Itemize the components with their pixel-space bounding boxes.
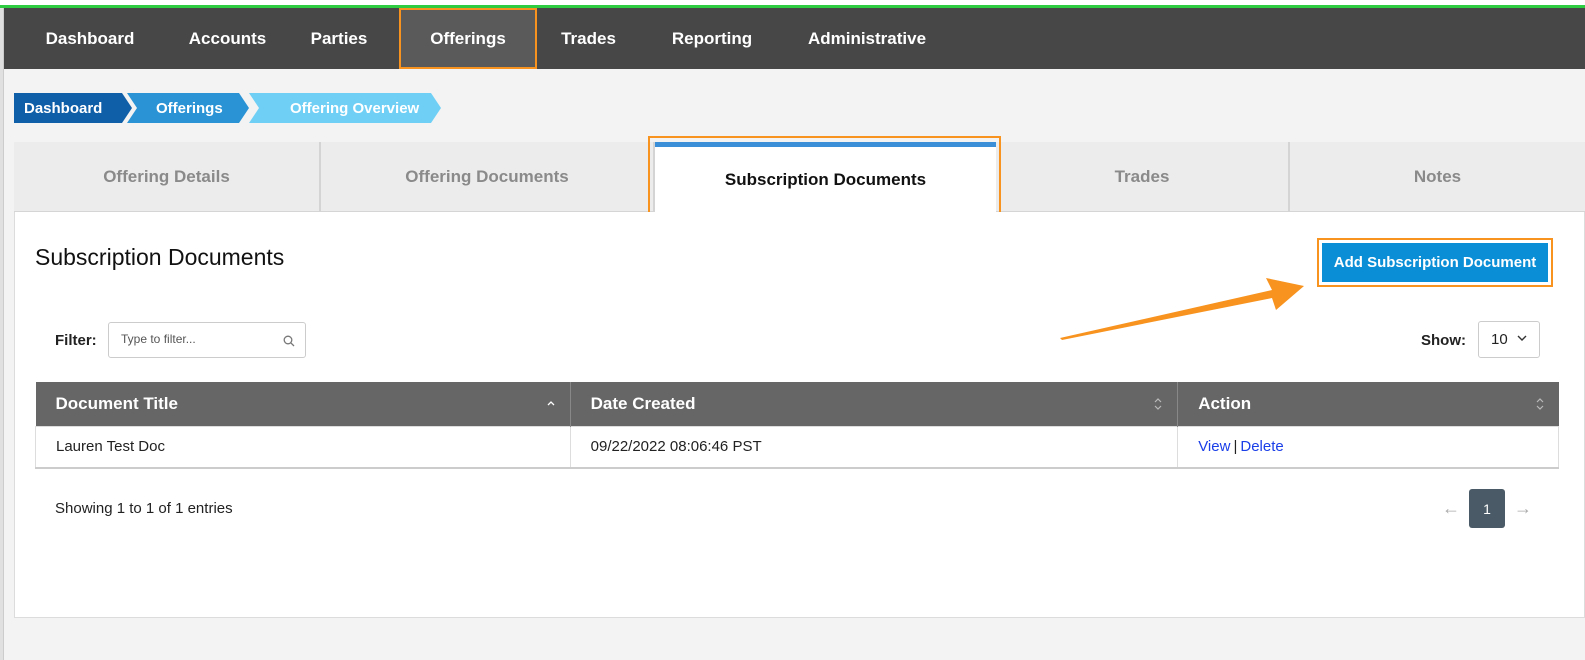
pagination: ← 1 → [1435, 489, 1539, 528]
cell-document-title: Lauren Test Doc [35, 425, 571, 469]
column-header-action[interactable]: Action [1177, 382, 1559, 426]
sort-icon [1154, 398, 1162, 410]
add-button-highlight: Add Subscription Document [1317, 238, 1553, 287]
page-1-button[interactable]: 1 [1469, 489, 1505, 528]
filter-label: Filter: [55, 332, 97, 349]
cell-action: View | Delete [1177, 425, 1559, 469]
filter-field [108, 322, 306, 358]
show-label: Show: [1421, 332, 1466, 349]
subscription-documents-panel: Subscription Documents Add Subscription … [14, 212, 1585, 618]
breadcrumb-label: Offering Overview [290, 99, 420, 117]
nav-dashboard[interactable]: Dashboard [4, 8, 176, 69]
nav-reporting[interactable]: Reporting [640, 8, 784, 69]
view-link[interactable]: View [1198, 438, 1230, 455]
prev-page-arrow-icon[interactable]: ← [1435, 498, 1467, 519]
action-separator: | [1233, 438, 1238, 456]
offering-tabs: Offering Details Offering Documents Subs… [14, 142, 1585, 213]
breadcrumb-offering-overview[interactable]: Offering Overview [249, 93, 444, 123]
nav-offerings[interactable]: Offerings [399, 8, 537, 69]
top-accent-bar [0, 0, 1585, 8]
column-header-label: Action [1198, 393, 1252, 413]
window-edge [0, 8, 4, 660]
column-header-date-created[interactable]: Date Created [570, 382, 1179, 426]
sort-asc-icon [547, 401, 555, 406]
panel-title: Subscription Documents [35, 244, 285, 270]
tab-trades[interactable]: Trades [996, 142, 1290, 212]
nav-administrative[interactable]: Administrative [784, 8, 950, 69]
table-header-row: Document Title Date Created Action [35, 382, 1559, 426]
breadcrumb: Dashboard Offerings Offering Overview [14, 93, 444, 123]
breadcrumb-label: Dashboard [24, 99, 103, 117]
nav-trades[interactable]: Trades [537, 8, 640, 69]
column-header-document-title[interactable]: Document Title [35, 382, 571, 426]
breadcrumb-dashboard[interactable]: Dashboard [14, 93, 132, 123]
nav-accounts[interactable]: Accounts [176, 8, 279, 69]
documents-table: Document Title Date Created Action Laure… [35, 382, 1559, 469]
chevron-down-icon [1517, 335, 1527, 341]
filter-input[interactable] [121, 323, 281, 355]
breadcrumb-offerings[interactable]: Offerings [127, 93, 249, 123]
page-size-value: 10 [1491, 331, 1508, 348]
column-header-label: Document Title [55, 393, 178, 413]
main-nav: Dashboard Accounts Parties Offerings Tra… [4, 8, 1585, 69]
column-header-label: Date Created [590, 393, 696, 413]
tab-subscription-documents[interactable]: Subscription Documents [655, 142, 996, 213]
breadcrumb-label: Offerings [156, 99, 223, 117]
tab-notes[interactable]: Notes [1290, 142, 1585, 212]
sort-icon [1536, 398, 1543, 410]
table-row: Lauren Test Doc 09/22/2022 08:06:46 PST … [35, 425, 1559, 469]
next-page-arrow-icon[interactable]: → [1507, 498, 1539, 519]
delete-link[interactable]: Delete [1240, 438, 1283, 455]
tab-offering-documents[interactable]: Offering Documents [321, 142, 655, 212]
cell-date-created: 09/22/2022 08:06:46 PST [569, 425, 1179, 469]
page-size-select[interactable]: 10 [1478, 321, 1540, 358]
nav-parties[interactable]: Parties [279, 8, 399, 69]
entries-info: Showing 1 to 1 of 1 entries [55, 500, 233, 517]
add-subscription-document-button[interactable]: Add Subscription Document [1322, 243, 1548, 282]
tab-offering-details[interactable]: Offering Details [14, 142, 321, 212]
search-icon [283, 335, 295, 347]
